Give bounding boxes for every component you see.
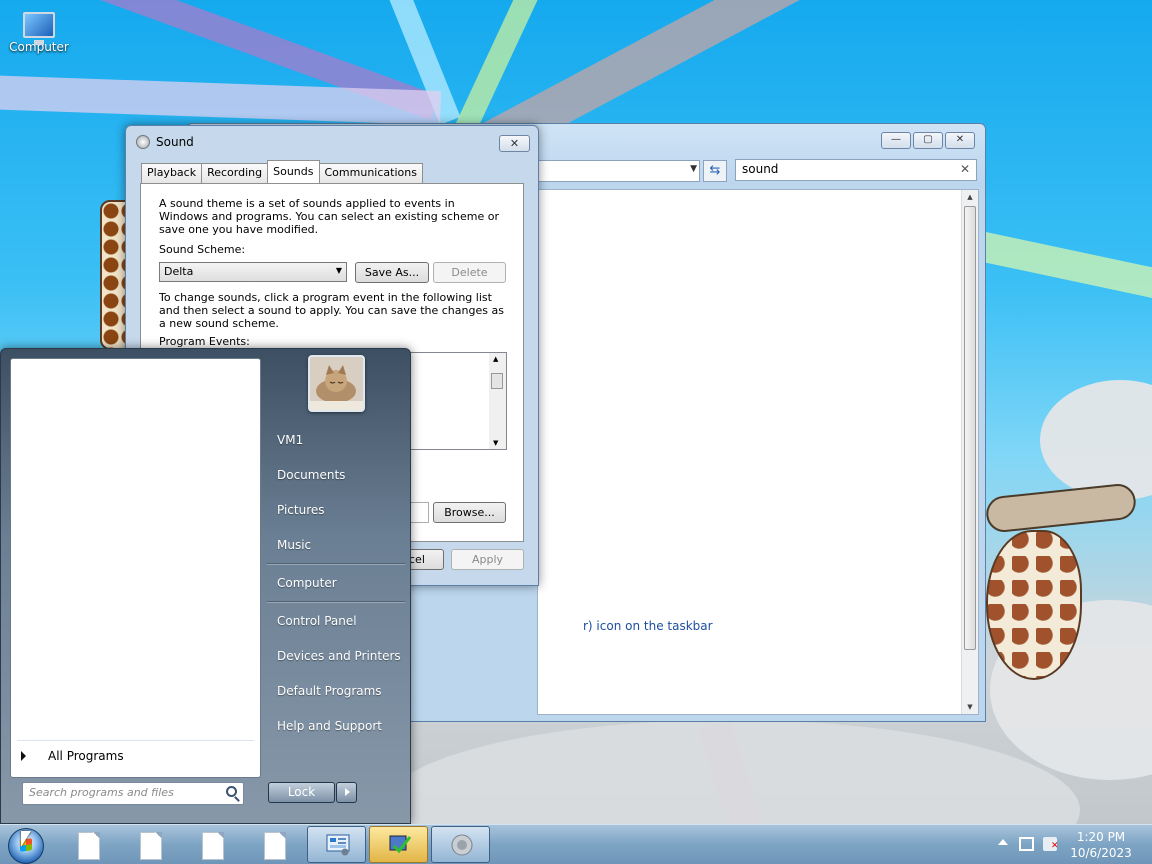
lock-button[interactable]: Lock <box>268 782 335 803</box>
divider <box>17 740 254 741</box>
refresh-button[interactable]: ⇆ <box>703 160 727 182</box>
show-hidden-icons-button[interactable] <box>998 839 1008 845</box>
result-link[interactable]: r) icon on the taskbar <box>583 619 713 633</box>
giraffe-art <box>986 530 1082 680</box>
clear-search-button[interactable]: ✕ <box>960 162 970 176</box>
document-icon[interactable] <box>202 832 224 860</box>
sound-theme-description: A sound theme is a set of sounds applied… <box>159 197 500 236</box>
sound-icon <box>451 834 473 856</box>
volume-muted-icon[interactable] <box>1043 837 1059 851</box>
dialog-title-bar: Sound <box>136 135 194 149</box>
action-center-icon <box>389 835 412 854</box>
start-item-pictures[interactable]: Pictures <box>277 503 325 517</box>
document-icon[interactable] <box>264 832 286 860</box>
taskbar-sound-button[interactable] <box>431 826 490 863</box>
start-item-music[interactable]: Music <box>277 538 311 552</box>
program-events-label: Program Events: <box>159 335 250 348</box>
sound-scheme-label: Sound Scheme: <box>159 243 246 256</box>
tab-playback[interactable]: Playback <box>141 163 203 183</box>
taskbar: 1:20 PM 10/6/2023 <box>0 824 1152 864</box>
chevron-down-icon: ▼ <box>335 266 342 275</box>
start-item-default-programs[interactable]: Default Programs <box>277 684 382 698</box>
scroll-up-icon[interactable]: ▲ <box>493 355 498 363</box>
chevron-down-icon[interactable]: ▼ <box>690 164 697 174</box>
divider <box>267 601 405 603</box>
apply-button[interactable]: Apply <box>451 549 524 570</box>
address-bar[interactable]: ▼ <box>537 160 700 182</box>
dialog-tabs: Playback Recording Sounds Communications <box>141 160 423 183</box>
scroll-down-icon[interactable]: ▼ <box>962 700 978 714</box>
browse-button[interactable]: Browse... <box>433 502 506 523</box>
refresh-icon: ⇆ <box>709 163 721 178</box>
divider <box>267 563 405 565</box>
taskbar-control-panel-button[interactable] <box>307 826 366 863</box>
tab-sounds[interactable]: Sounds <box>267 160 320 183</box>
sound-scheme-value: Delta <box>164 265 194 278</box>
maximize-button[interactable]: ▢ <box>913 132 943 149</box>
mouse-cursor-icon <box>21 831 31 847</box>
vertical-scrollbar[interactable]: ▲ ▼ <box>961 190 978 714</box>
start-menu: All Programs Search programs and files V… <box>0 348 411 824</box>
scroll-up-icon[interactable]: ▲ <box>962 190 978 204</box>
scrollbar-thumb[interactable] <box>964 206 976 650</box>
document-icon[interactable] <box>140 832 162 860</box>
start-menu-programs-pane: All Programs <box>10 358 261 778</box>
giraffe-art <box>984 482 1138 534</box>
program-events-instructions: To change sounds, click a program event … <box>159 291 504 330</box>
save-as-button[interactable]: Save As... <box>355 262 429 283</box>
user-avatar[interactable] <box>308 355 365 412</box>
scroll-down-icon[interactable]: ▼ <box>493 439 498 447</box>
clock-date: 10/6/2023 <box>1070 846 1132 860</box>
search-icon[interactable] <box>226 786 237 797</box>
scrollbar-thumb[interactable] <box>491 373 503 389</box>
chevron-right-icon <box>21 751 26 761</box>
system-clock[interactable]: 1:20 PM 10/6/2023 <box>1066 829 1136 861</box>
light-ray <box>979 232 1152 299</box>
cloud <box>1040 380 1152 500</box>
network-icon[interactable] <box>1019 837 1034 851</box>
search-input-value: sound <box>742 162 779 176</box>
start-item-devices-and-printers[interactable]: Devices and Printers <box>277 649 401 663</box>
start-search-input[interactable]: Search programs and files <box>22 782 244 805</box>
computer-monitor-icon <box>23 12 55 45</box>
search-results-pane: ▲ ▼ <box>537 189 979 715</box>
search-input[interactable]: sound ✕ <box>735 159 977 181</box>
speaker-icon <box>136 135 150 149</box>
document-icon[interactable] <box>78 832 100 860</box>
tab-communications[interactable]: Communications <box>318 163 423 183</box>
tab-recording[interactable]: Recording <box>201 163 269 183</box>
dialog-close-button[interactable]: ✕ <box>499 135 530 152</box>
sound-scheme-select[interactable]: Delta ▼ <box>159 262 347 282</box>
start-item-documents[interactable]: Documents <box>277 468 345 482</box>
control-panel-icon <box>326 834 350 856</box>
start-item-user[interactable]: VM1 <box>277 433 303 447</box>
start-item-control-panel[interactable]: Control Panel <box>277 614 357 628</box>
dialog-title: Sound <box>156 135 194 149</box>
shutdown-options-button[interactable] <box>336 782 357 803</box>
start-item-computer[interactable]: Computer <box>277 576 337 590</box>
kitten-avatar-icon <box>310 357 363 410</box>
events-scrollbar[interactable]: ▲ ▼ <box>489 353 506 449</box>
all-programs-button[interactable]: All Programs <box>21 749 124 763</box>
start-item-help-and-support[interactable]: Help and Support <box>277 719 382 733</box>
taskbar-action-center-button[interactable] <box>369 826 428 863</box>
delete-button[interactable]: Delete <box>433 262 506 283</box>
all-programs-label: All Programs <box>48 749 124 763</box>
minimize-button[interactable]: — <box>881 132 911 149</box>
desktop-icon-computer[interactable]: Computer <box>8 8 70 54</box>
window-controls: — ▢ ✕ <box>881 132 975 149</box>
clock-time: 1:20 PM <box>1076 830 1126 844</box>
cloud <box>380 720 1080 824</box>
close-button[interactable]: ✕ <box>945 132 975 149</box>
start-search-placeholder: Search programs and files <box>29 786 174 799</box>
